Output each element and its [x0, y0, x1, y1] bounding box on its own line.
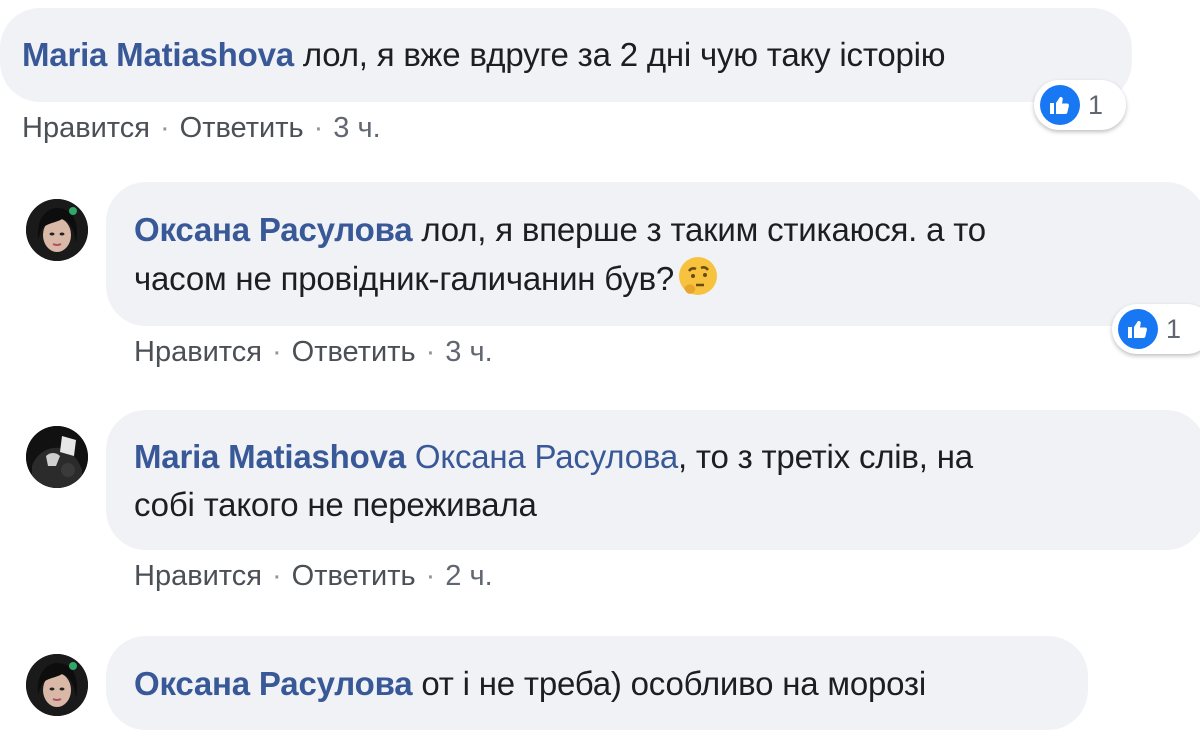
comment-author[interactable]: Maria Matiashova	[22, 36, 294, 73]
comment-actions: Нравится · Ответить · 2 ч.	[134, 558, 493, 594]
comment-text: лол, я вже вдруге за 2 дні чую таку істо…	[293, 36, 946, 73]
avatar[interactable]	[26, 199, 88, 261]
separator-dot: ·	[313, 112, 324, 144]
separator-dot: ·	[271, 560, 282, 592]
comment-author[interactable]: Оксана Расулова	[134, 665, 413, 702]
separator-dot: ·	[425, 336, 436, 368]
avatar[interactable]	[26, 654, 88, 716]
separator-dot: ·	[425, 560, 436, 592]
reaction-count: 1	[1166, 313, 1182, 344]
comment-bubble: Оксана Расулова от і не треба) особливо …	[106, 636, 1088, 730]
like-icon	[1118, 309, 1158, 349]
comment-thread: Maria Matiashova лол, я вже вдруге за 2 …	[0, 0, 1200, 745]
comment-text: собі такого не переживала	[134, 486, 537, 523]
comment-author[interactable]: Оксана Расулова	[134, 211, 413, 248]
timestamp[interactable]: 3 ч.	[445, 336, 492, 368]
comment-bubble: Maria Matiashova лол, я вже вдруге за 2 …	[0, 8, 1132, 102]
avatar[interactable]	[26, 426, 88, 488]
comment-bubble: Maria Matiashova Оксана Расулова, то з т…	[106, 410, 1200, 550]
reaction-count: 1	[1088, 89, 1104, 120]
comment-actions: Нравится · Ответить · 3 ч.	[22, 110, 381, 146]
like-link[interactable]: Нравится	[134, 336, 262, 368]
comment-text: , то з третіх слів, на	[678, 438, 973, 475]
separator-dot: ·	[271, 336, 282, 368]
like-link[interactable]: Нравится	[22, 112, 150, 144]
timestamp[interactable]: 3 ч.	[333, 112, 380, 144]
comment-text: от і не треба) особливо на морозі	[412, 665, 926, 702]
timestamp[interactable]: 2 ч.	[445, 560, 492, 592]
like-icon	[1040, 85, 1080, 125]
thinking-face-icon	[676, 254, 720, 298]
reaction-badge[interactable]: 1	[1112, 304, 1200, 354]
reply-link[interactable]: Ответить	[292, 336, 416, 368]
reply-link[interactable]: Ответить	[292, 560, 416, 592]
like-link[interactable]: Нравится	[134, 560, 262, 592]
comment-actions: Нравится · Ответить · 3 ч.	[134, 334, 493, 370]
mention-link[interactable]: Оксана Расулова	[415, 438, 678, 475]
reaction-badge[interactable]: 1	[1034, 80, 1126, 130]
comment-bubble: Оксана Расулова лол, я вперше з таким ст…	[106, 182, 1200, 326]
separator-dot: ·	[159, 112, 170, 144]
comment-text: лол, я вперше з таким стикаюся. а то	[412, 211, 986, 248]
reply-link[interactable]: Ответить	[180, 112, 304, 144]
comment-author[interactable]: Maria Matiashova	[134, 438, 406, 475]
comment-text: часом не провідник-галичанин був?	[134, 260, 675, 297]
